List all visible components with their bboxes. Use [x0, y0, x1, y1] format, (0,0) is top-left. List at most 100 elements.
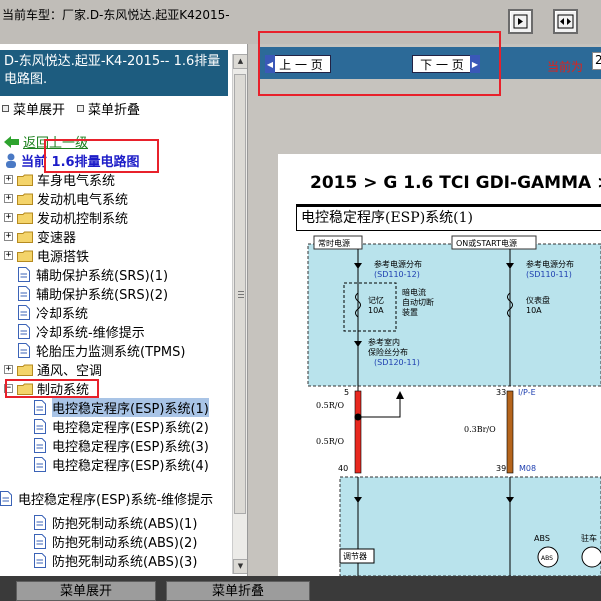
- pin-39-label: 39: [496, 464, 506, 473]
- tree-item-label: 辅助保护系统(SRS)(1): [36, 269, 169, 284]
- scroll-down-icon[interactable]: ▼: [233, 559, 247, 574]
- tree-item[interactable]: + 变速器: [4, 227, 76, 246]
- document-icon: [34, 515, 46, 530]
- document-icon: [34, 419, 46, 434]
- fit-page-button[interactable]: [508, 9, 533, 34]
- annotation-box-brake: [5, 379, 99, 398]
- tree-item-label: 电源搭铁: [37, 250, 90, 265]
- m08-label: M08: [519, 464, 536, 473]
- folder-icon: [17, 250, 33, 262]
- page-label: 当前为: [547, 60, 584, 74]
- tree-item-label: 防抱死制动系统(ABS)(2): [52, 536, 198, 551]
- expand-toggle-icon[interactable]: +: [4, 194, 13, 203]
- fit-width-button[interactable]: [553, 9, 578, 34]
- tree-item[interactable]: 辅助保护系统(SRS)(1): [18, 265, 168, 284]
- abs-label: ABS: [534, 534, 550, 543]
- sidebar-scrollbar[interactable]: ▲ ▼: [232, 54, 247, 574]
- ref-indoor-2: 保险丝分布: [368, 347, 408, 357]
- instrument-fuse-amp: 10A: [526, 306, 542, 315]
- expand-toggle-icon[interactable]: +: [4, 251, 13, 260]
- tree-item[interactable]: + 电源搭铁: [4, 246, 89, 265]
- always-power-label: 常时电源: [318, 238, 350, 248]
- annotation-box-nav: [258, 31, 501, 96]
- tree-item[interactable]: + 通风、空调: [4, 360, 102, 379]
- tree-item-label: 通风、空调: [37, 364, 103, 379]
- tree-item-label: 发动机电气系统: [37, 193, 129, 208]
- pin-40-label: 40: [338, 464, 348, 473]
- document-title: 2015 > G 1.6 TCI GDI-GAMMA >: [310, 173, 601, 193]
- expand-toggle-icon[interactable]: +: [4, 175, 13, 184]
- tree-item[interactable]: 防抱死制动系统(ABS)(2): [34, 532, 197, 551]
- document-icon: [34, 438, 46, 453]
- auto-cut-2: 自动切断: [402, 297, 434, 307]
- tree-item[interactable]: 电控稳定程序(ESP)系统-维修提示: [0, 489, 213, 508]
- pin-5-label: 5: [344, 388, 349, 397]
- footer-expand-button[interactable]: 菜单展开: [16, 581, 156, 601]
- branch-wire: [358, 395, 401, 418]
- tree-item[interactable]: 冷却系统: [18, 303, 88, 322]
- tree-item-label: 轮胎压力监测系统(TPMS): [36, 345, 186, 360]
- tree-item-label: 辅助保护系统(SRS)(2): [36, 288, 169, 303]
- annotation-box-current: [44, 139, 159, 173]
- red-wire: [354, 390, 362, 474]
- menu-collapse-button[interactable]: 菜单折叠: [77, 99, 141, 118]
- tree-item[interactable]: + 发动机控制系统: [4, 208, 128, 227]
- tree-item-label: 电控稳定程序(ESP)系统-维修提示: [18, 493, 214, 508]
- tree-item[interactable]: 冷却系统-维修提示: [18, 322, 145, 341]
- tree-item-label: 防抱死制动系统(ABS)(1): [52, 517, 198, 532]
- brown-wire: [506, 390, 514, 474]
- menu-expand-button[interactable]: 菜单展开: [2, 99, 66, 118]
- collapse-square-icon: [77, 104, 85, 112]
- module-panel: [339, 476, 601, 576]
- menu-collapse-label: 菜单折叠: [88, 102, 141, 118]
- expand-toggle-icon[interactable]: +: [4, 232, 13, 241]
- memory-fuse-amp: 10A: [368, 306, 384, 315]
- folder-icon: [17, 174, 33, 186]
- scroll-thumb[interactable]: [234, 74, 246, 514]
- scroll-up-icon[interactable]: ▲: [233, 54, 247, 69]
- folder-icon: [17, 231, 33, 243]
- pin-33-label: 33: [496, 388, 506, 397]
- tree-item[interactable]: 轮胎压力监测系统(TPMS): [18, 341, 185, 360]
- folder-icon: [17, 212, 33, 224]
- tree-item[interactable]: 辅助保护系统(SRS)(2): [18, 284, 168, 303]
- tree-item-label: 冷却系统: [36, 307, 89, 322]
- tree-item-label: 变速器: [37, 231, 77, 246]
- tree-item[interactable]: 电控稳定程序(ESP)系统(4): [34, 455, 209, 474]
- tree-item[interactable]: + 发动机电气系统: [4, 189, 128, 208]
- tree-item-label: 防抱死制动系统(ABS)(3): [52, 555, 198, 570]
- document-icon: [0, 491, 12, 506]
- expand-square-icon: [2, 104, 9, 112]
- ref-power-code-1: (SD110-12): [374, 270, 420, 279]
- content-pane: ◀ 上 一 页 下 一 页 ▶ 当前为 2 2015 > G 1.6 TCI G…: [256, 44, 601, 576]
- ip-e-label: I/P-E: [518, 388, 536, 397]
- auto-cut-3: 装置: [402, 307, 418, 317]
- regulator-label: 调节器: [343, 552, 367, 561]
- memory-fuse-name: 记忆: [368, 295, 384, 305]
- footer-collapse-button[interactable]: 菜单折叠: [166, 581, 310, 601]
- footer-bar: 菜单展开 菜单折叠: [0, 576, 601, 601]
- folder-icon: [17, 193, 33, 205]
- tree-item[interactable]: 防抱死制动系统(ABS)(3): [34, 551, 197, 570]
- menu-expand-label: 菜单展开: [13, 102, 66, 118]
- menu-ops: 菜单展开 菜单折叠: [2, 99, 141, 118]
- ref-power-dist-2: 参考电源分布: [526, 259, 574, 269]
- user-icon: [6, 153, 16, 168]
- document-view: 2015 > G 1.6 TCI GDI-GAMMA > 电控稳定程序(ESP)…: [278, 154, 601, 576]
- document-icon: [34, 400, 46, 415]
- document-icon: [18, 305, 30, 320]
- expand-toggle-icon[interactable]: +: [4, 213, 13, 222]
- page-number-input[interactable]: 2: [592, 52, 601, 70]
- section-title: 电控稳定程序(ESP)系统(1): [296, 206, 601, 231]
- expand-toggle-icon[interactable]: +: [4, 365, 13, 374]
- document-icon: [34, 534, 46, 549]
- ref-power-code-2: (SD110-11): [526, 270, 572, 279]
- tree-item[interactable]: 电控稳定程序(ESP)系统(2): [34, 417, 209, 436]
- wire-left-2: 0.5R/O: [316, 437, 344, 446]
- tree-item[interactable]: 防抱死制动系统(ABS)(1): [34, 513, 197, 532]
- tree-item[interactable]: 电控稳定程序(ESP)系统(3): [34, 436, 209, 455]
- svg-text:ABS: ABS: [541, 555, 553, 562]
- back-arrow-icon: [4, 135, 19, 148]
- tree-item[interactable]: 电控稳定程序(ESP)系统(1): [34, 398, 209, 417]
- wire-right: 0.3Br/O: [464, 425, 496, 434]
